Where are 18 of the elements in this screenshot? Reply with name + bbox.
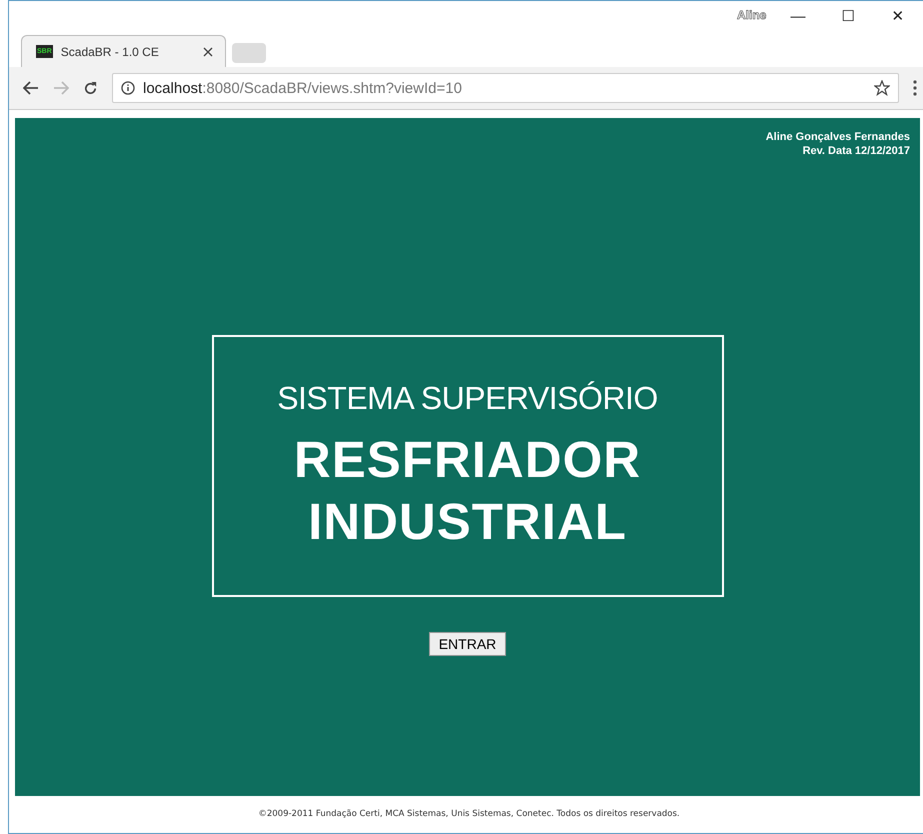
profile-name[interactable]: Aline (737, 8, 766, 22)
title-line: INDUSTRIAL (308, 492, 627, 552)
enter-button[interactable]: ENTRAR (428, 632, 506, 656)
address-field[interactable]: localhost:8080/ScadaBR/views.shtm?viewId=10 (112, 73, 899, 103)
copyright-text: ©2009-2011 Fundação Certi, MCA Sistemas, Unis Sistemas, Conetec. Todos os direitos reservados. (258, 809, 680, 819)
menu-icon[interactable] (913, 80, 917, 96)
revision-date: Rev. Data 12/12/2017 (802, 144, 910, 158)
reload-icon[interactable] (83, 80, 98, 96)
back-icon[interactable] (23, 81, 39, 95)
close-icon[interactable] (203, 46, 213, 56)
info-icon[interactable] (121, 81, 135, 95)
title-line: RESFRIADOR (294, 430, 642, 490)
author-name: Aline Gonçalves Fernandes (766, 130, 910, 144)
window-control[interactable]: ☐ (823, 1, 873, 31)
bookmark-star-icon[interactable] (874, 80, 890, 96)
window-control[interactable]: ✕ (873, 1, 923, 31)
window-control[interactable]: — (773, 1, 823, 31)
subtitle: SISTEMA SUPERVISÓRIO (277, 380, 658, 416)
